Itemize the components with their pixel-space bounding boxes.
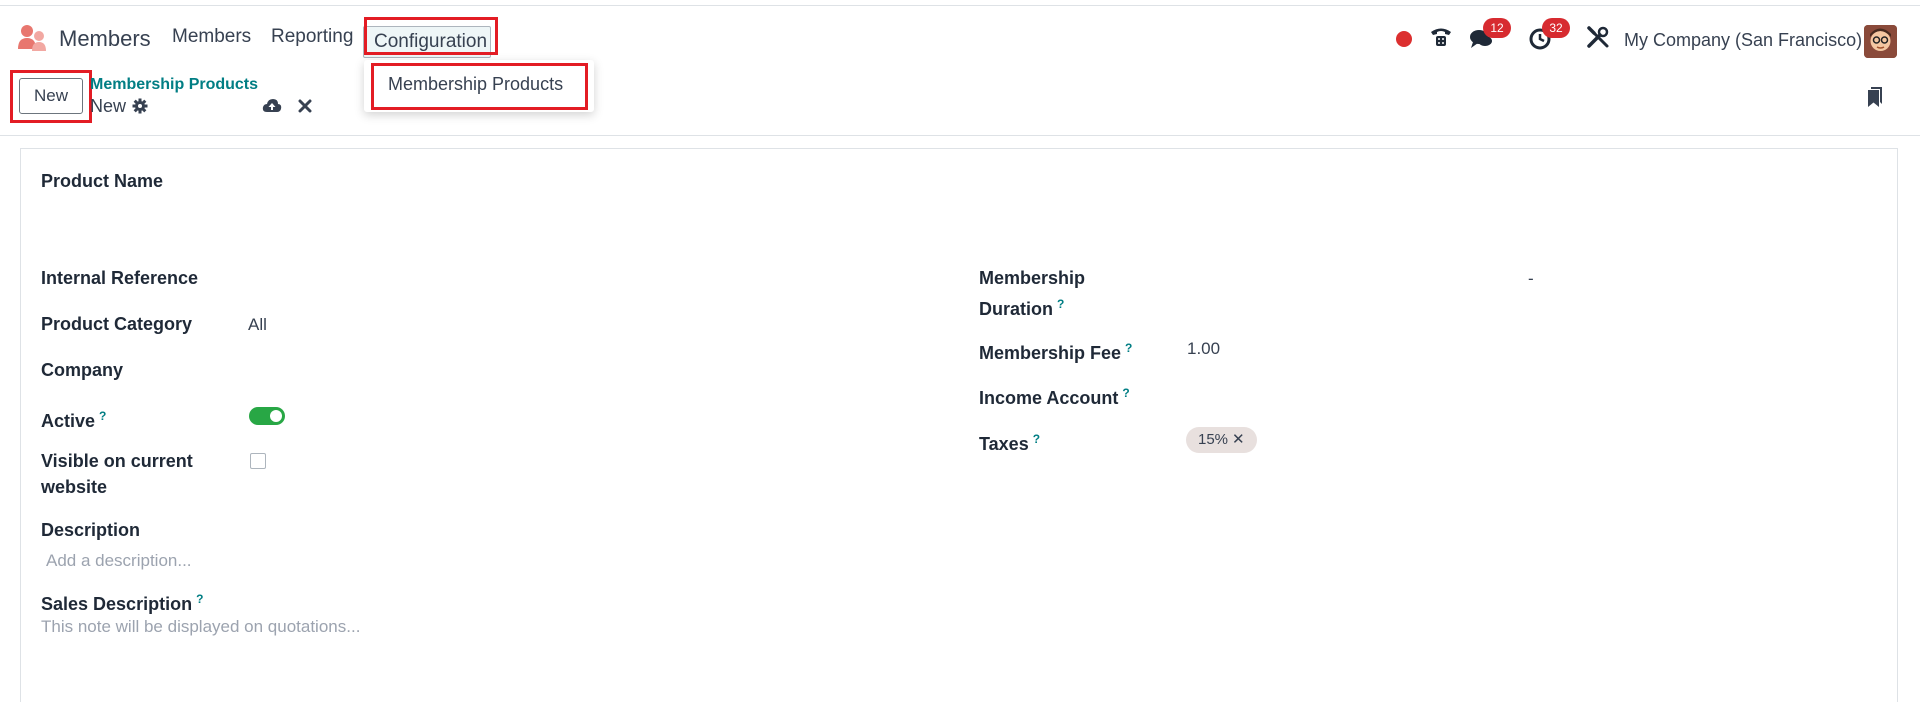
new-button-highlight: [10, 70, 92, 123]
visible-website-checkbox[interactable]: [250, 453, 266, 469]
membership-duration-help-icon[interactable]: ?: [1057, 297, 1064, 311]
control-panel-divider: [0, 135, 1920, 136]
activities-badge: 32: [1542, 18, 1570, 38]
membership-fee-label: Membership Fee?: [979, 341, 1133, 363]
income-account-label: Income Account?: [979, 386, 1130, 408]
income-account-help-icon[interactable]: ?: [1122, 386, 1129, 400]
record-name: New: [90, 96, 127, 116]
tools-icon[interactable]: [1585, 24, 1611, 50]
navbar: Members Members Reporting Configuration …: [0, 6, 1920, 66]
recording-indicator-icon[interactable]: [1396, 31, 1412, 47]
active-label: Active?: [41, 409, 107, 431]
menu-reporting[interactable]: Reporting: [271, 26, 353, 48]
product-name-label: Product Name: [41, 171, 164, 191]
phone-icon[interactable]: [1428, 24, 1454, 50]
configuration-highlight: [364, 17, 498, 55]
internal-reference-label: Internal Reference: [41, 268, 199, 288]
sales-description-help-icon[interactable]: ?: [196, 592, 203, 606]
cloud-upload-icon[interactable]: [262, 98, 282, 114]
membership-fee-help-icon[interactable]: ?: [1125, 341, 1132, 355]
visible-website-label: Visible on current: [41, 451, 193, 471]
company-switcher[interactable]: My Company (San Francisco): [1624, 30, 1862, 51]
user-avatar[interactable]: [1864, 25, 1897, 58]
tax-tag[interactable]: 15% ✕: [1186, 427, 1257, 453]
active-help-icon[interactable]: ?: [99, 409, 106, 423]
description-label: Description: [41, 520, 141, 540]
tag-remove-icon[interactable]: ✕: [1232, 427, 1245, 453]
menu-members[interactable]: Members: [172, 26, 251, 48]
membership-duration-label: Membership: [979, 268, 1086, 288]
taxes-label: Taxes?: [979, 432, 1041, 454]
membership-duration-label-2: Duration?: [979, 297, 1065, 319]
messages-badge: 12: [1483, 18, 1511, 38]
sales-description-label: Sales Description?: [41, 592, 204, 614]
members-app-icon[interactable]: [17, 23, 47, 53]
taxes-help-icon[interactable]: ?: [1033, 432, 1040, 446]
bookmark-icon[interactable]: [1866, 86, 1884, 108]
description-input[interactable]: Add a description...: [46, 548, 192, 574]
company-label: Company: [41, 360, 124, 380]
close-icon[interactable]: [298, 99, 312, 113]
product-category-value[interactable]: All: [248, 312, 267, 338]
gear-icon[interactable]: [132, 98, 148, 114]
sales-description-input[interactable]: This note will be displayed on quotation…: [41, 614, 360, 640]
tax-tag-label: 15%: [1198, 431, 1229, 448]
breadcrumb-membership-products[interactable]: Membership Products: [90, 76, 258, 94]
product-category-label: Product Category: [41, 314, 193, 334]
visible-website-label-2: website: [41, 477, 108, 497]
user-avatar-icon: [1864, 25, 1897, 58]
dropdown-item-highlight: [371, 63, 588, 110]
membership-fee-value[interactable]: 1.00: [1187, 336, 1220, 362]
app-name[interactable]: Members: [59, 26, 151, 52]
membership-duration-separator: -: [1528, 269, 1534, 288]
active-toggle[interactable]: [249, 407, 285, 425]
